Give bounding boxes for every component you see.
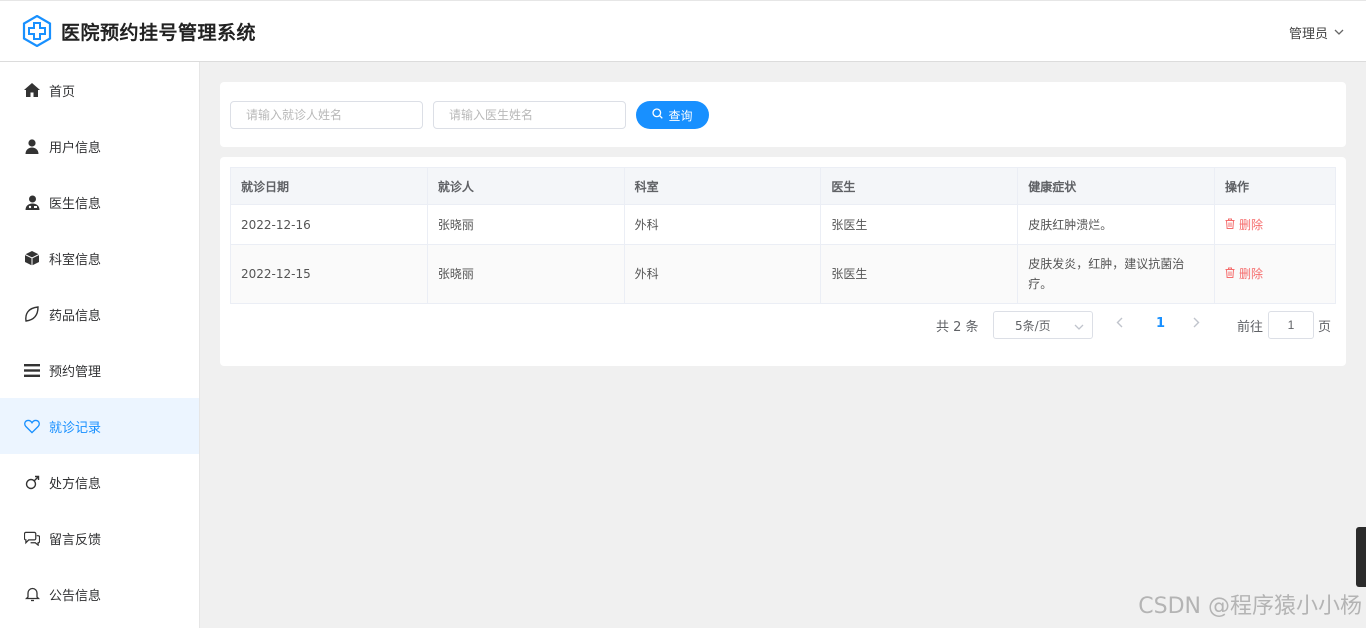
- trash-icon: [1225, 264, 1235, 284]
- column-header-symptoms[interactable]: 健康症状: [1017, 167, 1216, 205]
- sidebar-item-records[interactable]: 就诊记录: [0, 398, 199, 454]
- search-button-label: 查询: [668, 108, 693, 123]
- chevron-down-icon: [1074, 320, 1084, 334]
- sidebar-item-medicines[interactable]: 药品信息: [0, 286, 199, 342]
- sidebar-item-label: 就诊记录: [49, 420, 102, 436]
- next-page-button[interactable]: [1193, 317, 1200, 332]
- prev-page-button[interactable]: [1116, 317, 1123, 332]
- patient-name-input[interactable]: [230, 101, 423, 129]
- app-header: 医院预约挂号管理系统 管理员: [0, 0, 1366, 62]
- records-table-card: 就诊日期 就诊人 科室 医生 健康症状 操作 2022-12-16 张晓丽 外科…: [220, 157, 1346, 366]
- delete-button[interactable]: 删除: [1225, 215, 1263, 235]
- sidebar-item-label: 公告信息: [49, 588, 102, 604]
- chevron-down-icon: [1334, 25, 1344, 40]
- page-size-value: 5条/页: [1015, 318, 1051, 333]
- sidebar-item-feedback[interactable]: 留言反馈: [0, 510, 199, 566]
- chat-icon: [24, 530, 40, 546]
- leaf-icon: [24, 306, 40, 322]
- trash-icon: [1225, 215, 1235, 235]
- column-header-doctor[interactable]: 医生: [820, 167, 1019, 205]
- sidebar-item-announcements[interactable]: 公告信息: [0, 566, 199, 622]
- cell-actions: 删除: [1214, 204, 1336, 245]
- watermark: CSDN @程序猿小小杨: [1138, 594, 1362, 619]
- sidebar-item-label: 预约管理: [49, 364, 102, 380]
- delete-button[interactable]: 删除: [1225, 264, 1263, 284]
- user-name: 管理员: [1288, 27, 1328, 42]
- sidebar-item-label: 用户信息: [49, 140, 102, 156]
- male-icon: [24, 474, 40, 490]
- sidebar: 首页 用户信息 医生信息 科室信息 药品信息 预约管理 就诊记录 处方信息 留言…: [0, 62, 200, 628]
- menu-icon: [24, 362, 40, 378]
- cell-doctor: 张医生: [820, 244, 1019, 304]
- column-header-department[interactable]: 科室: [623, 167, 822, 205]
- cell-doctor: 张医生: [820, 204, 1019, 245]
- delete-label: 删除: [1239, 217, 1264, 232]
- table-row: 2022-12-16 张晓丽 外科 张医生 皮肤红肿溃烂。 删除: [230, 204, 1336, 245]
- main-content: 查询 就诊日期 就诊人 科室 医生 健康症状 操作 2022-12-16: [200, 62, 1366, 628]
- search-icon: [652, 108, 664, 122]
- app-title: 医院预约挂号管理系统: [61, 21, 257, 44]
- goto-label: 前往: [1237, 320, 1264, 335]
- sidebar-item-label: 留言反馈: [49, 532, 102, 548]
- sidebar-item-appointments[interactable]: 预约管理: [0, 342, 199, 398]
- sidebar-item-departments[interactable]: 科室信息: [0, 230, 199, 286]
- sidebar-item-prescriptions[interactable]: 处方信息: [0, 454, 199, 510]
- cell-symptoms: 皮肤红肿溃烂。: [1017, 204, 1216, 245]
- sidebar-item-label: 药品信息: [49, 308, 102, 324]
- cell-patient: 张晓丽: [426, 244, 625, 304]
- cell-date: 2022-12-15: [230, 244, 428, 304]
- pagination-total: 共 2 条: [936, 320, 979, 335]
- page-size-select[interactable]: 5条/页: [993, 311, 1093, 339]
- sidebar-item-label: 医生信息: [49, 196, 102, 212]
- bell-icon: [24, 586, 40, 602]
- column-header-patient[interactable]: 就诊人: [426, 167, 625, 205]
- page-number-current[interactable]: 1: [1156, 316, 1165, 331]
- cell-department: 外科: [623, 244, 822, 304]
- column-header-actions: 操作: [1214, 167, 1336, 205]
- chevron-right-icon: [1193, 317, 1200, 328]
- medical-cross-icon: [21, 15, 53, 47]
- cell-symptoms: 皮肤发炎，红肿，建议抗菌治疗。: [1017, 244, 1216, 304]
- page-suffix-label: 页: [1318, 320, 1332, 335]
- cell-actions: 删除: [1214, 244, 1336, 304]
- table-header-row: 就诊日期 就诊人 科室 医生 健康症状 操作: [230, 167, 1336, 205]
- user-icon: [24, 138, 40, 154]
- chevron-left-icon: [1116, 317, 1123, 328]
- sidebar-item-users[interactable]: 用户信息: [0, 118, 199, 174]
- table-row: 2022-12-15 张晓丽 外科 张医生 皮肤发炎，红肿，建议抗菌治疗。 删除: [230, 244, 1336, 304]
- column-header-date[interactable]: 就诊日期: [230, 167, 428, 205]
- search-button[interactable]: 查询: [636, 101, 709, 129]
- cell-department: 外科: [623, 204, 822, 245]
- cube-icon: [24, 250, 40, 266]
- side-widget[interactable]: [1356, 527, 1366, 587]
- cell-date: 2022-12-16: [230, 204, 428, 245]
- sidebar-item-home[interactable]: 首页: [0, 62, 199, 118]
- delete-label: 删除: [1239, 267, 1264, 281]
- sidebar-item-label: 处方信息: [49, 476, 102, 492]
- search-bar: 查询: [220, 82, 1346, 147]
- sidebar-item-label: 科室信息: [49, 252, 102, 268]
- pagination: 共 2 条 5条/页 1 前往 页: [220, 311, 1346, 339]
- sidebar-item-label: 首页: [49, 84, 76, 100]
- doctor-name-input[interactable]: [433, 101, 626, 129]
- heart-icon: [24, 418, 40, 434]
- goto-page-input[interactable]: [1268, 311, 1314, 339]
- sidebar-item-doctors[interactable]: 医生信息: [0, 174, 199, 230]
- home-icon: [24, 82, 40, 98]
- cell-patient: 张晓丽: [426, 204, 625, 245]
- records-table: 就诊日期 就诊人 科室 医生 健康症状 操作 2022-12-16 张晓丽 外科…: [230, 167, 1336, 304]
- doctor-icon: [24, 194, 40, 210]
- user-menu[interactable]: 管理员: [1289, 23, 1344, 42]
